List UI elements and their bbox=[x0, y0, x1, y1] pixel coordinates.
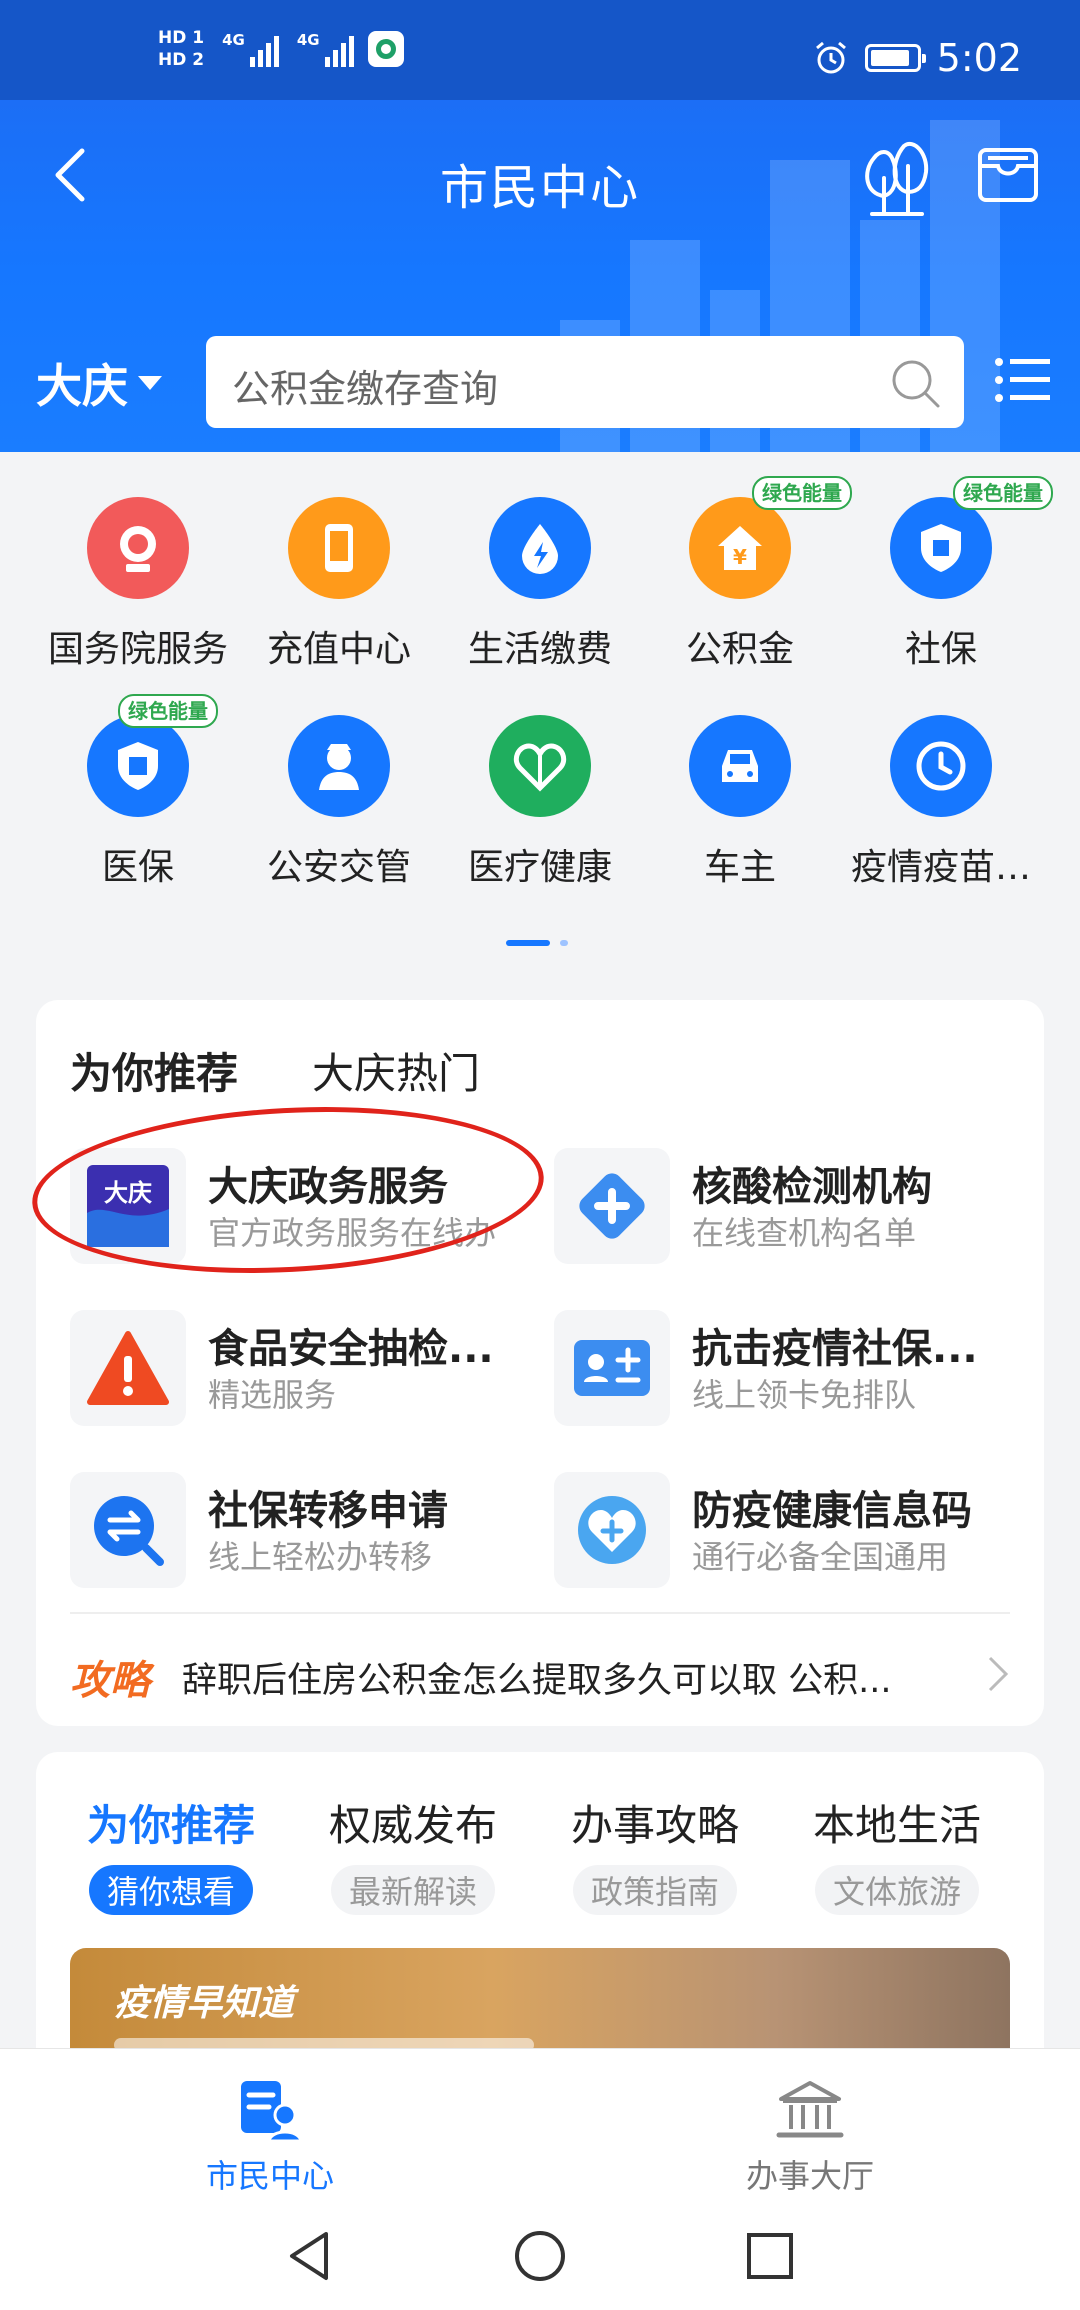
service-social-transfer[interactable]: 社保转移申请 线上轻松办转移 bbox=[36, 1460, 506, 1590]
list-menu-icon bbox=[995, 358, 1050, 402]
search-placeholder: 公积金缴存查询 bbox=[232, 367, 499, 411]
svg-text:¥: ¥ bbox=[733, 545, 747, 569]
bottom-tab-bar: 市民中心 办事大厅 bbox=[0, 2048, 1080, 2199]
recommend-card: 为你推荐 大庆热门 大庆 大庆政务服务 官方政务服务在线办 核酸检测机构 在线查… bbox=[28, 1000, 1044, 1726]
service-healthcare[interactable]: 医疗健康 bbox=[440, 670, 640, 888]
service-grid: 国务院服务 充值中心 生活缴费 绿色能量 ¥ 公积金 绿色能量 社保 绿色能量 … bbox=[0, 452, 1080, 962]
car-owner-icon bbox=[689, 715, 791, 817]
pagination-dots bbox=[506, 940, 568, 946]
guide-link[interactable]: 攻略 辞职后住房公积金怎么提取多久可以取 公积... bbox=[70, 1648, 1010, 1704]
feed-tab-official[interactable]: 权威发布 最新解读 bbox=[298, 1792, 528, 1915]
banner-title: 疫情早知道 bbox=[114, 1983, 295, 2024]
healthcare-icon bbox=[489, 715, 591, 817]
warning-icon bbox=[87, 1331, 169, 1405]
feed-tab-local-life[interactable]: 本地生活 文体旅游 bbox=[782, 1792, 1012, 1915]
service-state-council[interactable]: 国务院服务 bbox=[38, 452, 238, 670]
news-banner[interactable]: 疫情早知道 bbox=[70, 1948, 1010, 2052]
state-council-icon bbox=[87, 497, 189, 599]
status-bar: HD 1 HD 2 4G 4G 5:02 bbox=[0, 0, 1080, 100]
title-bar: 市民中心 bbox=[0, 100, 1080, 250]
nav-recents-icon[interactable] bbox=[740, 2226, 800, 2286]
header: HD 1 HD 2 4G 4G 5:02 市民中心 大庆 公积金缴存查询 bbox=[0, 0, 1080, 452]
service-health-code[interactable]: 防疫健康信息码 通行必备全国通用 bbox=[520, 1460, 990, 1590]
feed-tab-for-you[interactable]: 为你推荐 猜你想看 bbox=[56, 1792, 286, 1915]
system-nav-bar bbox=[0, 2198, 1080, 2310]
card-wallet-button[interactable] bbox=[976, 142, 1040, 206]
service-housing-fund[interactable]: 绿色能量 ¥ 公积金 bbox=[640, 452, 852, 670]
recommend-tabs: 为你推荐 大庆热门 bbox=[70, 1040, 480, 1101]
alarm-icon bbox=[815, 41, 846, 74]
menu-button[interactable] bbox=[994, 354, 1050, 406]
green-energy-badge: 绿色能量 bbox=[953, 476, 1053, 510]
service-nucleic-test[interactable]: 核酸检测机构 在线查机构名单 bbox=[520, 1136, 990, 1266]
service-police-traffic[interactable]: 公安交管 bbox=[239, 670, 439, 888]
signal-icon: 4G bbox=[222, 31, 279, 67]
svg-text:大庆: 大庆 bbox=[104, 1178, 152, 1207]
city-selector[interactable]: 大庆 bbox=[36, 350, 162, 416]
service-car-owner[interactable]: 车主 bbox=[640, 670, 840, 888]
caret-down-icon bbox=[138, 376, 162, 390]
government-hall-icon bbox=[776, 2081, 844, 2138]
feed-card: 为你推荐 猜你想看 权威发布 最新解读 办事攻略 政策指南 本地生活 文体旅游 … bbox=[36, 1752, 1044, 2052]
tab-service-hall[interactable]: 办事大厅 bbox=[680, 2049, 940, 2199]
vaccine-clock-icon bbox=[890, 715, 992, 817]
service-vaccine[interactable]: 疫情疫苗… bbox=[841, 670, 1041, 888]
utility-payment-icon bbox=[489, 497, 591, 599]
daqing-gov-icon: 大庆 bbox=[87, 1165, 169, 1247]
green-energy-badge: 绿色能量 bbox=[118, 694, 218, 728]
chevron-right-icon bbox=[988, 1656, 1009, 1692]
notification-app-icon bbox=[367, 31, 404, 67]
tree-icon bbox=[865, 142, 929, 216]
tab-daqing-hot[interactable]: 大庆热门 bbox=[312, 1040, 480, 1101]
city-name: 大庆 bbox=[36, 359, 128, 413]
tab-for-you[interactable]: 为你推荐 bbox=[70, 1040, 238, 1101]
service-recharge[interactable]: 充值中心 bbox=[239, 452, 439, 670]
housing-fund-icon: ¥ bbox=[689, 497, 791, 599]
nav-home-icon[interactable] bbox=[510, 2226, 570, 2286]
service-epidemic-social-card[interactable]: 抗击疫情社保... 线上领卡免排队 bbox=[520, 1298, 990, 1428]
transfer-icon bbox=[94, 1496, 164, 1566]
tab-citizen-center[interactable]: 市民中心 bbox=[140, 2049, 400, 2199]
service-social-security[interactable]: 绿色能量 社保 bbox=[841, 452, 1053, 670]
id-card-icon bbox=[574, 1340, 650, 1396]
signal-icon: 4G bbox=[297, 31, 354, 67]
citizen-doc-icon bbox=[241, 2081, 303, 2141]
guide-text: 辞职后住房公积金怎么提取多久可以取 公积... bbox=[182, 1661, 892, 1701]
phone-recharge-icon bbox=[288, 497, 390, 599]
card-icon bbox=[978, 148, 1038, 202]
service-food-safety[interactable]: 食品安全抽检... 精选服务 bbox=[36, 1298, 506, 1428]
guide-tag: 攻略 bbox=[70, 1658, 150, 1704]
medical-insurance-icon bbox=[87, 715, 189, 817]
search-row: 大庆 公积金缴存查询 bbox=[0, 336, 1080, 432]
nav-back-icon[interactable] bbox=[280, 2226, 340, 2286]
clock: 5:02 bbox=[936, 36, 1022, 80]
service-daqing-gov[interactable]: 大庆 大庆政务服务 官方政务服务在线办 bbox=[36, 1136, 506, 1266]
feed-tab-guide[interactable]: 办事攻略 政策指南 bbox=[540, 1792, 770, 1915]
medical-cross-icon bbox=[579, 1173, 645, 1239]
hd-indicators: HD 1 HD 2 bbox=[158, 28, 205, 70]
social-security-icon bbox=[890, 497, 992, 599]
green-energy-badge: 绿色能量 bbox=[752, 476, 852, 510]
search-input[interactable]: 公积金缴存查询 bbox=[206, 336, 964, 428]
green-energy-button[interactable] bbox=[858, 136, 934, 216]
health-code-icon bbox=[578, 1496, 646, 1564]
divider bbox=[70, 1612, 1010, 1614]
battery-icon bbox=[864, 44, 926, 72]
police-traffic-icon bbox=[288, 715, 390, 817]
service-utility[interactable]: 生活缴费 bbox=[440, 452, 640, 670]
service-medical-insurance[interactable]: 绿色能量 医保 bbox=[38, 670, 238, 888]
search-icon bbox=[892, 360, 940, 408]
